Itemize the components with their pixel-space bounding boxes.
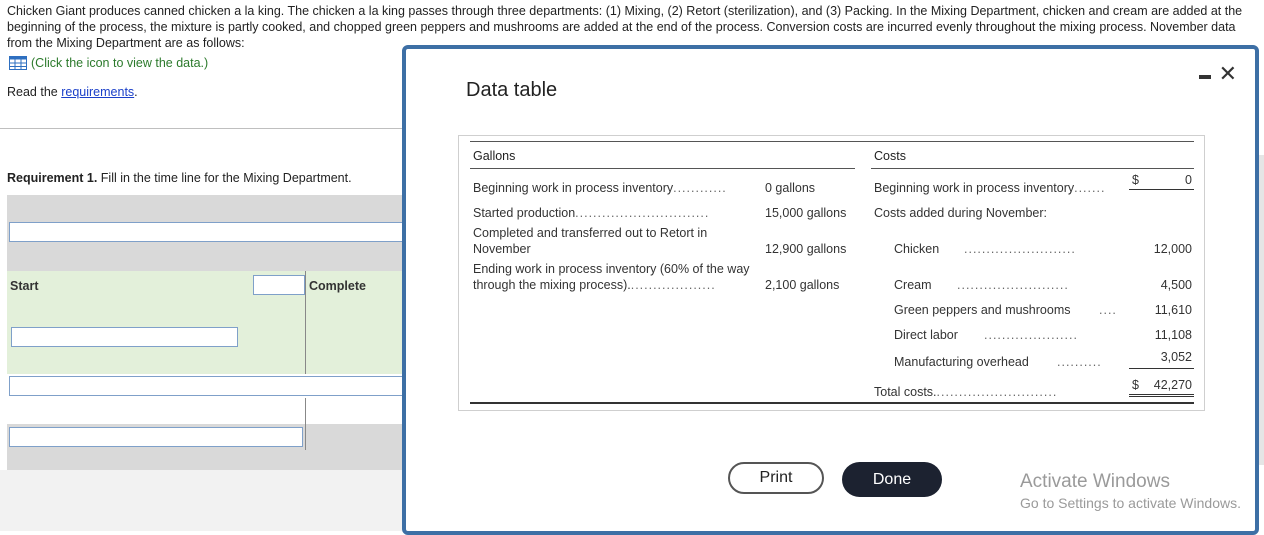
timeline-lower-input[interactable] — [9, 376, 403, 396]
cost-item-overhead: Manufacturing overhead — [894, 355, 1029, 369]
timeline-complete-label: Complete — [309, 279, 366, 293]
view-data-link[interactable]: (Click the icon to view the data.) — [9, 56, 208, 70]
data-table: Gallons Beginning work in process invent… — [458, 135, 1205, 411]
gallons-value: 2,100 gallons — [765, 278, 840, 292]
leader-dots: ..................... — [984, 328, 1078, 342]
leader-dots: .............................. — [575, 206, 710, 220]
read-suffix: . — [134, 85, 138, 99]
timeline-start-label: Start — [10, 279, 39, 293]
cost-item-value: 3,052 — [1160, 350, 1192, 364]
cost-item-green-peppers: Green peppers and mushrooms — [894, 303, 1070, 317]
cost-item-direct-labor: Direct labor — [894, 328, 958, 342]
leader-dots: .... — [1099, 303, 1117, 317]
timeline-start-input[interactable] — [253, 275, 305, 295]
total-costs-value: 42,270 — [1153, 378, 1192, 392]
costs-header-rule — [871, 168, 1194, 169]
problem-statement: Chicken Giant produces canned chicken a … — [7, 4, 1243, 50]
table-bottom-rule — [470, 402, 1194, 404]
cost-item-label: Green peppers and mushrooms — [894, 303, 1071, 317]
costs-beginning: Beginning work in process inventory.....… — [874, 181, 1105, 195]
section-divider — [0, 128, 402, 129]
read-prefix: Read the — [7, 85, 62, 99]
gallons-row-ending-line2: through the mixing process).............… — [473, 278, 716, 292]
gallons-row-label: through the mixing process). — [473, 278, 631, 292]
requirement-1-label: Requirement 1. — [7, 171, 98, 185]
beginning-value-rule — [1129, 189, 1194, 190]
close-icon[interactable]: ✕ — [1219, 63, 1237, 85]
costs-beginning-value: 0 — [1185, 173, 1192, 187]
subtotal-rule — [1129, 368, 1194, 369]
bottom-panel — [0, 470, 402, 531]
gallons-row-completed-line2: November — [473, 242, 531, 256]
leader-dots: ......................... — [957, 278, 1069, 292]
timeline-divider-lower — [305, 398, 306, 450]
cost-item-value: 11,108 — [1154, 328, 1192, 342]
cost-item-value: 4,500 — [1160, 278, 1192, 292]
cost-item-label: Direct labor — [894, 328, 958, 342]
costs-beginning-label: Beginning work in process inventory — [874, 181, 1075, 195]
leader-dots: ........................... — [936, 385, 1058, 399]
print-button[interactable]: Print — [728, 462, 824, 494]
total-currency-symbol: $ — [1132, 378, 1139, 392]
cost-item-cream: Cream — [894, 278, 932, 292]
cost-item-label: Cream — [894, 278, 932, 292]
requirement-1: Requirement 1. Fill in the time line for… — [7, 171, 352, 185]
cost-item-chicken: Chicken — [894, 242, 939, 256]
table-top-rule — [470, 141, 1194, 142]
watermark-title: Activate Windows — [1020, 471, 1170, 492]
timeline-middle-input[interactable] — [11, 327, 238, 347]
page-scrollbar[interactable] — [1259, 155, 1264, 465]
total-double-rule — [1129, 394, 1194, 397]
cost-item-value: 12,000 — [1153, 242, 1192, 256]
cost-item-label: Manufacturing overhead — [894, 355, 1029, 369]
gallons-row-ending-line1: Ending work in process inventory (60% of… — [473, 262, 750, 276]
gallons-row-started: Started production......................… — [473, 206, 709, 220]
timeline-top-input[interactable] — [9, 222, 403, 242]
currency-symbol: $ — [1132, 173, 1139, 187]
costs-header: Costs — [874, 149, 906, 163]
requirement-1-text: Fill in the time line for the Mixing Dep… — [97, 171, 352, 185]
gallons-value: 15,000 gallons — [765, 206, 847, 220]
watermark-subtitle: Go to Settings to activate Windows. — [1020, 495, 1241, 511]
gallons-header-rule — [470, 168, 855, 169]
cost-item-label: Chicken — [894, 242, 940, 256]
leader-dots: ................... — [630, 278, 716, 292]
gallons-row-completed-line1: Completed and transferred out to Retort … — [473, 226, 708, 240]
read-requirements: Read the requirements. — [7, 85, 138, 99]
gallons-value: 12,900 gallons — [765, 242, 847, 256]
leader-dots: .......... — [1057, 355, 1102, 369]
timeline-bottom-input[interactable] — [9, 427, 303, 447]
leader-dots: ......................... — [964, 242, 1076, 256]
leader-dots: ....... — [1074, 181, 1106, 195]
costs-added-label: Costs added during November: — [874, 206, 1048, 220]
data-table-dialog: Data table ✕ Gallons Beginning work in p… — [402, 45, 1259, 535]
dialog-title: Data table — [466, 79, 558, 101]
requirements-link[interactable]: requirements — [61, 85, 134, 99]
gallons-header: Gallons — [473, 149, 516, 163]
gallons-value: 0 gallons — [765, 181, 816, 195]
activate-windows-watermark: Activate Windows Go to Settings to activ… — [1020, 471, 1241, 511]
timeline-divider — [305, 271, 306, 374]
leader-dots: ............ — [673, 181, 727, 195]
gallons-row-beginning: Beginning work in process inventory.....… — [473, 181, 727, 195]
gallons-row-label: Beginning work in process inventory — [473, 181, 674, 195]
cost-item-value: 11,610 — [1154, 303, 1192, 317]
done-button[interactable]: Done — [842, 462, 942, 497]
total-costs: Total costs............................ — [874, 385, 1057, 399]
minimize-button[interactable] — [1199, 75, 1211, 79]
gallons-row-label: Started production — [473, 206, 576, 220]
view-data-text[interactable]: (Click the icon to view the data.) — [31, 56, 208, 70]
total-costs-label: Total costs. — [874, 385, 937, 399]
table-icon[interactable] — [9, 56, 27, 70]
